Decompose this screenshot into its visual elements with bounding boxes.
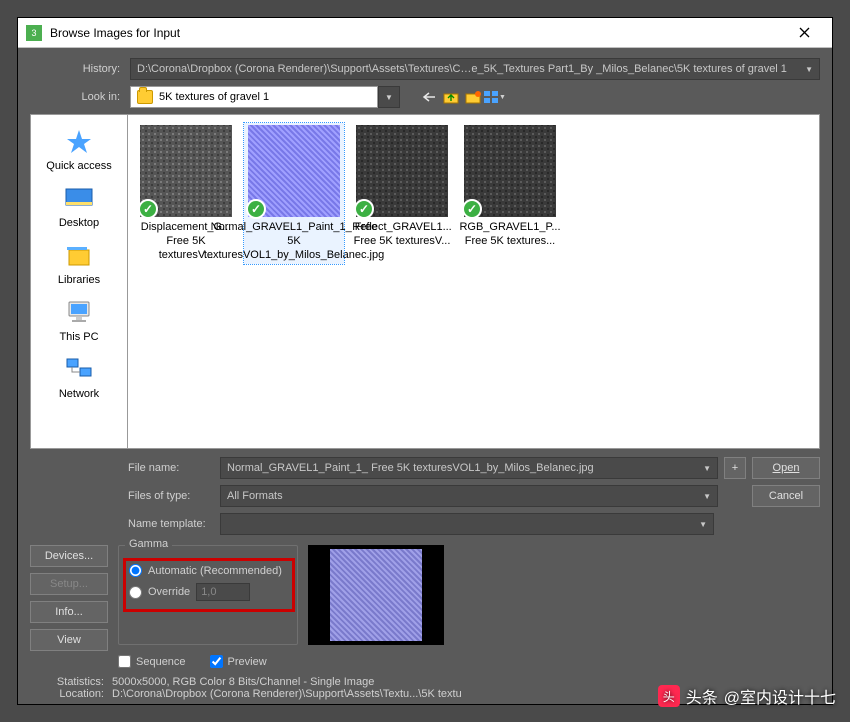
thumb-image: ✓ — [356, 125, 448, 217]
sidebar-label: Libraries — [58, 274, 100, 286]
watermark: 头 头条 @室内设计十七 — [658, 684, 836, 708]
sidebar-label: Desktop — [59, 217, 99, 229]
lookin-value: 5K textures of gravel 1 — [159, 91, 269, 103]
watermark-prefix: 头条 — [686, 684, 718, 708]
check-badge-icon: ✓ — [462, 199, 482, 219]
window-title: Browse Images for Input — [50, 26, 784, 40]
chevron-down-icon: ▼ — [703, 464, 711, 473]
sidebar-label: This PC — [59, 331, 98, 343]
chevron-down-icon: ▼ — [699, 520, 707, 529]
nav-up-button[interactable] — [440, 86, 462, 108]
view-button[interactable]: View — [30, 629, 108, 651]
history-label: History: — [30, 63, 130, 75]
file-thumb-normal[interactable]: ✓ Normal_GRAVEL1_Paint_1_ Free 5K textur… — [244, 123, 344, 264]
thumb-image: ✓ — [140, 125, 232, 217]
open-button[interactable]: Open — [752, 457, 820, 479]
libraries-icon — [65, 242, 93, 268]
app-icon: 3 — [26, 25, 42, 41]
lookin-combo[interactable]: 5K textures of gravel 1 — [130, 86, 378, 108]
folder-up-icon — [443, 90, 459, 104]
file-thumb-rgb[interactable]: ✓ RGB_GRAVEL1_P... Free 5K textures... — [460, 123, 560, 251]
chevron-down-icon: ▼ — [805, 65, 813, 74]
history-combo[interactable]: D:\Corona\Dropbox (Corona Renderer)\Supp… — [130, 58, 820, 80]
filename-value: Normal_GRAVEL1_Paint_1_ Free 5K textures… — [227, 462, 594, 474]
preview-checkbox[interactable]: Preview — [210, 655, 267, 668]
network-icon — [64, 356, 94, 382]
arrow-left-icon — [422, 92, 436, 102]
thumb-image: ✓ — [248, 125, 340, 217]
stats-label: Statistics: — [30, 676, 112, 688]
file-caption: RGB_GRAVEL1_P... Free 5K textures... — [459, 221, 560, 249]
chevron-down-icon: ▼ — [703, 492, 711, 501]
sidebar-label: Network — [59, 388, 99, 400]
sidebar-label: Quick access — [46, 160, 111, 172]
nametpl-combo[interactable]: ▼ — [220, 513, 714, 535]
desktop-icon — [64, 187, 94, 209]
devices-button[interactable]: Devices... — [30, 545, 108, 567]
filetype-label: Files of type: — [128, 490, 220, 502]
sidebar-item-desktop[interactable]: Desktop — [34, 180, 124, 231]
file-caption: Reflect_GRAVEL1... Free 5K texturesV... — [352, 221, 451, 249]
quick-access-icon — [64, 128, 94, 154]
nav-view-button[interactable]: ▼ — [484, 86, 506, 108]
location-value: D:\Corona\Dropbox (Corona Renderer)\Supp… — [112, 688, 462, 700]
stats-value: 5000x5000, RGB Color 8 Bits/Channel - Si… — [112, 676, 374, 688]
filetype-combo[interactable]: All Formats ▼ — [220, 485, 718, 507]
folder-icon — [137, 90, 153, 104]
sidebar-item-network[interactable]: Network — [34, 351, 124, 402]
check-badge-icon: ✓ — [138, 199, 158, 219]
filetype-value: All Formats — [227, 490, 283, 502]
watermark-icon: 头 — [658, 685, 680, 707]
preview-image — [330, 549, 422, 641]
gamma-legend: Gamma — [125, 538, 172, 550]
close-button[interactable] — [784, 18, 824, 48]
watermark-user: @室内设计十七 — [724, 684, 836, 708]
nav-back-button[interactable] — [418, 86, 440, 108]
nametpl-label: Name template: — [128, 518, 220, 530]
dialog: 3 Browse Images for Input History: D:\Co… — [17, 17, 833, 705]
highlight-box — [123, 558, 295, 612]
check-badge-icon: ✓ — [246, 199, 266, 219]
sidebar-item-quick-access[interactable]: Quick access — [34, 123, 124, 174]
sequence-checkbox[interactable]: Sequence — [118, 655, 186, 668]
check-badge-icon: ✓ — [354, 199, 374, 219]
folder-new-icon — [465, 90, 481, 104]
location-label: Location: — [30, 688, 112, 700]
nav-newfolder-button[interactable] — [462, 86, 484, 108]
gamma-group: Gamma Automatic (Recommended) Override 1… — [118, 545, 298, 645]
filename-combo[interactable]: Normal_GRAVEL1_Paint_1_ Free 5K textures… — [220, 457, 718, 479]
preview-pane — [308, 545, 444, 645]
history-value: D:\Corona\Dropbox (Corona Renderer)\Supp… — [137, 63, 787, 75]
file-thumb-reflect[interactable]: ✓ Reflect_GRAVEL1... Free 5K texturesV..… — [352, 123, 452, 251]
filename-label: File name: — [128, 462, 220, 474]
sidebar-item-this-pc[interactable]: This PC — [34, 294, 124, 345]
sidebar-item-libraries[interactable]: Libraries — [34, 237, 124, 288]
lookin-dropdown-button[interactable]: ▼ — [378, 86, 400, 108]
info-button[interactable]: Info... — [30, 601, 108, 623]
view-grid-icon — [484, 91, 498, 103]
pc-icon — [64, 299, 94, 325]
file-pane: ✓ Displacement_G... Free 5K texturesV...… — [128, 114, 820, 449]
chevron-down-icon: ▼ — [499, 94, 506, 101]
titlebar: 3 Browse Images for Input — [18, 18, 832, 48]
plus-button[interactable]: + — [724, 457, 746, 479]
close-icon — [799, 27, 810, 38]
thumb-image: ✓ — [464, 125, 556, 217]
cancel-button[interactable]: Cancel — [752, 485, 820, 507]
setup-button[interactable]: Setup... — [30, 573, 108, 595]
lookin-label: Look in: — [30, 91, 130, 103]
places-sidebar: Quick access Desktop Libraries This PC N… — [30, 114, 128, 449]
